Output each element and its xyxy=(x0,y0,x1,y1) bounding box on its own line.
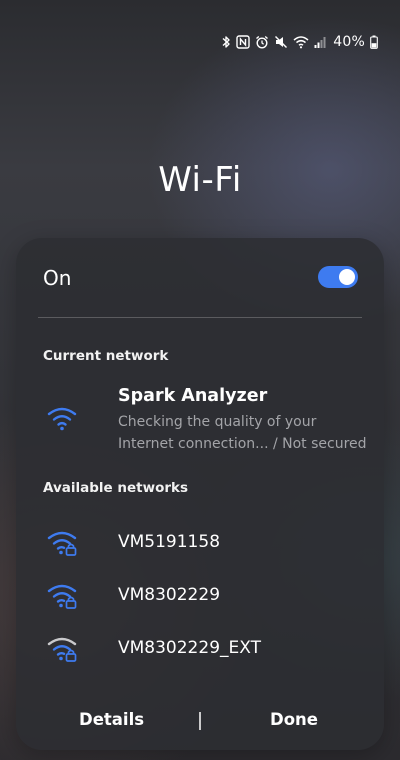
network-item-vm8302229-ext[interactable]: VM8302229_EXT xyxy=(16,624,384,674)
battery-icon xyxy=(370,35,378,49)
done-button[interactable]: Done xyxy=(270,710,318,729)
divider xyxy=(38,317,362,318)
current-network-name: Spark Analyzer xyxy=(118,386,268,406)
wifi-icon xyxy=(47,407,77,431)
network-name: VM8302229_EXT xyxy=(118,638,261,658)
wifi-lock-weak-icon xyxy=(47,637,77,662)
mute-icon xyxy=(275,36,288,48)
current-network-status: Checking the quality of your Internet co… xyxy=(118,414,367,452)
available-networks-heading: Available networks xyxy=(43,480,189,496)
wifi-icon xyxy=(293,36,309,49)
wifi-switch[interactable] xyxy=(318,266,358,288)
footer-divider xyxy=(199,712,201,730)
signal-icon xyxy=(314,37,326,48)
network-name: VM5191158 xyxy=(118,532,221,552)
battery-percentage: 40% xyxy=(333,34,365,50)
alarm-icon xyxy=(256,35,269,49)
bluetooth-icon xyxy=(222,36,230,48)
current-network-heading: Current network xyxy=(43,348,169,364)
details-button[interactable]: Details xyxy=(79,710,144,729)
wifi-lock-icon xyxy=(47,584,77,609)
nfc-icon xyxy=(236,35,250,49)
status-bar: 40% xyxy=(221,33,378,51)
wifi-toggle-row[interactable]: On xyxy=(16,238,384,318)
dialog-footer: Details Done xyxy=(16,704,384,736)
network-name: VM8302229 xyxy=(118,585,221,605)
page-title: Wi-Fi xyxy=(158,160,242,200)
network-item-vm5191158[interactable]: VM5191158 xyxy=(16,518,384,568)
wifi-lock-icon xyxy=(47,531,77,556)
toggle-label: On xyxy=(43,266,72,290)
wifi-panel: On Current network Spark Analyzer Checki… xyxy=(16,238,384,750)
network-item-vm8302229[interactable]: VM8302229 xyxy=(16,571,384,621)
switch-knob xyxy=(339,269,355,285)
